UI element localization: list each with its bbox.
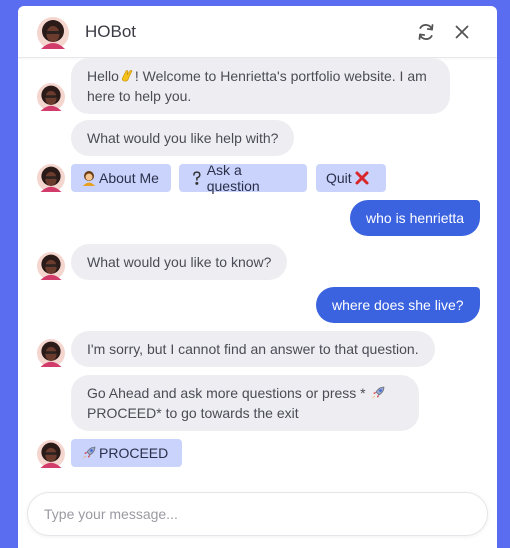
proceed-button[interactable]: PROCEED [71,439,182,467]
message-text: where does she live? [332,297,464,313]
bot-message: What would you like help with? [71,120,295,156]
woman-icon [83,171,95,186]
message-composer [27,492,488,536]
bot-message: Go Ahead and ask more questions or press… [71,375,419,431]
chip-label: About Me [99,170,159,186]
chip-label: PROCEED [99,445,169,461]
avatar [37,252,65,280]
chip-label: Ask a question [206,162,260,194]
waving-hand-icon [121,70,133,82]
message-text: PROCEED* to go towards the exit [87,405,299,421]
quit-button[interactable]: Quit [316,164,386,192]
message-text: ! Welcome to Henrietta's portfolio websi… [134,68,427,84]
about-me-button[interactable]: About Me [71,164,171,192]
chip-label: Quit [326,170,352,186]
message-text: Go Ahead and ask more questions or press… [87,385,370,401]
avatar [37,17,69,49]
chat-window: HOBot Hello ! Welcome to Henrietta's port… [18,6,497,548]
chat-header: HOBot [18,6,497,58]
message-text: I'm sorry, but I cannot find an answer t… [87,341,419,357]
message-text: who is henrietta [366,210,465,226]
message-input[interactable] [44,493,474,535]
avatar [37,339,65,367]
close-icon[interactable] [451,21,473,43]
question-mark-icon [193,171,201,185]
bot-message: What would you like to know? [71,244,288,280]
message-text: Hello [87,68,119,84]
refresh-icon[interactable] [415,21,437,43]
user-message: where does she live? [316,287,480,323]
ask-question-button[interactable]: Ask a question [179,162,307,194]
message-text: here to help you. [87,88,192,104]
bot-message: Hello ! Welcome to Henrietta's portfolio … [71,58,450,114]
avatar [37,83,65,111]
bot-message: I'm sorry, but I cannot find an answer t… [71,331,435,367]
message-text: What would you like help with? [87,130,279,146]
avatar [37,164,65,192]
rocket-icon [83,446,96,459]
message-text: What would you like to know? [87,254,272,270]
bot-title: HOBot [85,22,137,41]
rocket-icon [371,386,384,399]
cross-mark-icon [355,171,369,185]
avatar [37,440,65,468]
user-message: who is henrietta [350,200,481,236]
